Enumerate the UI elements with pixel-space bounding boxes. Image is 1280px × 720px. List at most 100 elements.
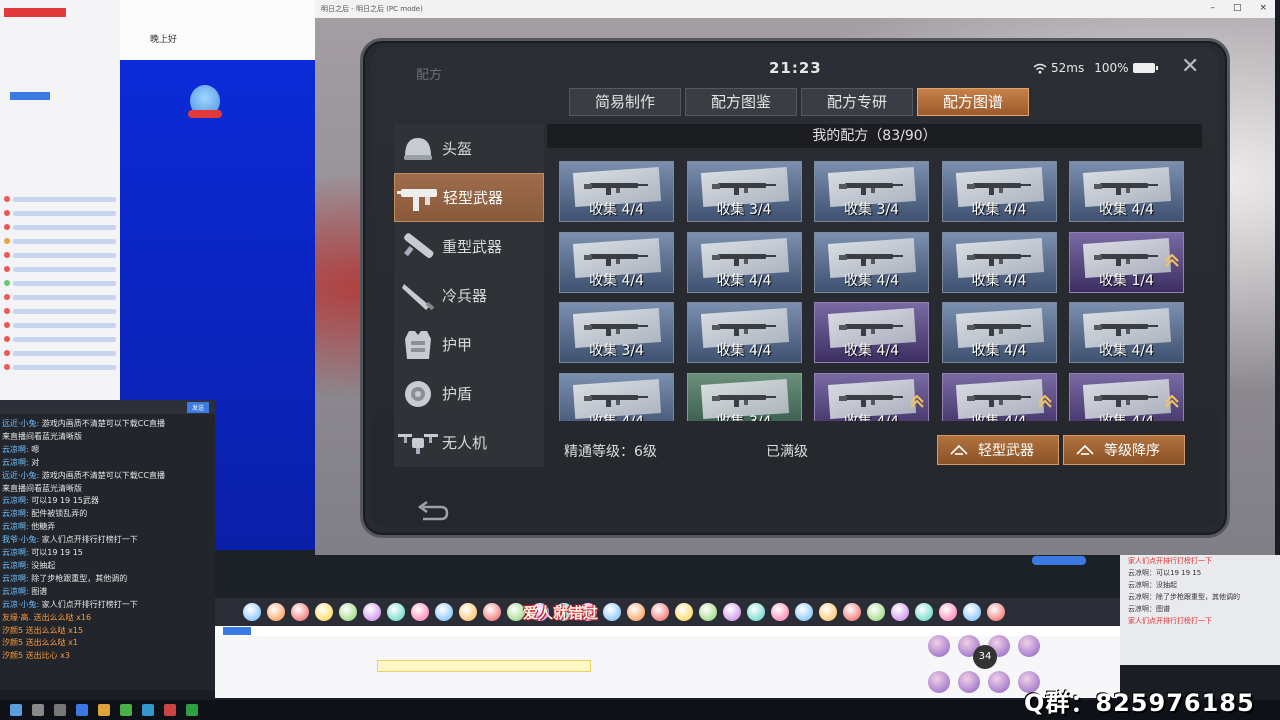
tab-3[interactable]: 配方专研 <box>801 88 913 116</box>
channel-badge[interactable] <box>10 92 50 100</box>
gift-icon[interactable] <box>675 603 693 621</box>
avatar[interactable] <box>988 671 1010 693</box>
recipe-card[interactable]: 收集 4/4 <box>941 302 1057 363</box>
chat-user[interactable]: 云凉啊: <box>2 445 29 454</box>
avatar[interactable] <box>928 635 950 657</box>
recipe-card[interactable]: 收集 4/4 <box>1069 372 1184 421</box>
gift-icon[interactable] <box>891 603 909 621</box>
gift-icon[interactable] <box>723 603 741 621</box>
gift-icon[interactable] <box>267 603 285 621</box>
sidebar-item-5[interactable]: 护甲 <box>394 320 544 369</box>
category-filter-button[interactable]: 轻型武器 <box>937 435 1059 465</box>
chat-user[interactable]: 云凉啊: <box>2 587 29 596</box>
recipe-card[interactable]: 收集 1/4 <box>1069 231 1184 293</box>
chat-user[interactable]: 远近·小兔: <box>2 471 39 480</box>
chat-user[interactable]: 汐颜5 <box>2 626 23 635</box>
windows-icon[interactable] <box>10 704 22 716</box>
wechat-icon[interactable] <box>186 704 198 716</box>
chat-user[interactable]: 云凉啊: <box>2 548 29 557</box>
gift-icon[interactable] <box>243 603 261 621</box>
list-item[interactable] <box>4 206 116 220</box>
list-item[interactable] <box>4 248 116 262</box>
sidebar-item-3[interactable]: 重型武器 <box>394 222 544 271</box>
avatar[interactable] <box>1018 635 1040 657</box>
list-item[interactable] <box>4 262 116 276</box>
app-icon[interactable] <box>164 704 176 716</box>
chat-user[interactable]: 云凉啊: <box>2 574 29 583</box>
chat-user[interactable]: 友缘·高. <box>2 613 31 622</box>
recipe-card[interactable]: 收集 4/4 <box>814 372 929 421</box>
recipe-card[interactable]: 收集 4/4 <box>686 231 802 293</box>
chat-user[interactable]: 汐颜5 <box>2 651 23 660</box>
info-tab[interactable] <box>257 627 285 635</box>
gift-icon[interactable] <box>843 603 861 621</box>
list-item[interactable] <box>4 332 116 346</box>
gift-icon[interactable] <box>819 603 837 621</box>
chat-user[interactable]: 远近·小兔: <box>2 419 39 428</box>
list-item[interactable] <box>4 290 116 304</box>
gift-icon[interactable] <box>459 603 477 621</box>
sidebar-item-6[interactable]: 护盾 <box>394 369 544 418</box>
gift-icon[interactable] <box>291 603 309 621</box>
avatar[interactable] <box>928 671 950 693</box>
sort-button[interactable]: 等级降序 <box>1063 435 1185 465</box>
gift-icon[interactable] <box>771 603 789 621</box>
task-view-icon[interactable] <box>54 704 66 716</box>
maximize-icon[interactable]: □ <box>1233 3 1242 13</box>
back-arrow-icon[interactable] <box>411 499 451 527</box>
recipe-card[interactable]: 收集 4/4 <box>559 231 674 293</box>
sidebar-item-4[interactable]: 冷兵器 <box>394 271 544 320</box>
app-icon[interactable] <box>98 704 110 716</box>
recipe-card[interactable]: 收集 3/4 <box>559 302 674 363</box>
recipe-card[interactable]: 收集 3/4 <box>686 161 802 222</box>
recipe-card[interactable]: 收集 4/4 <box>559 161 674 222</box>
list-item[interactable] <box>4 346 116 360</box>
list-item[interactable] <box>4 360 116 374</box>
app-icon[interactable] <box>76 704 88 716</box>
list-item[interactable] <box>4 304 116 318</box>
app-icon[interactable] <box>142 704 154 716</box>
list-item[interactable] <box>4 220 116 234</box>
recipe-card[interactable]: 收集 3/4 <box>814 161 929 222</box>
gift-icon[interactable] <box>987 603 1005 621</box>
recipe-card[interactable]: 收集 4/4 <box>686 302 802 363</box>
gift-icon[interactable] <box>699 603 717 621</box>
gift-icon[interactable] <box>867 603 885 621</box>
info-tab[interactable] <box>223 627 251 635</box>
recipe-card[interactable]: 收集 4/4 <box>1069 161 1184 222</box>
chat-user[interactable]: 我爷·小兔: <box>2 535 39 544</box>
tab-1[interactable]: 简易制作 <box>569 88 681 116</box>
fan-badge[interactable] <box>188 110 222 118</box>
close-window-icon[interactable]: × <box>1259 3 1267 13</box>
avatar[interactable] <box>958 671 980 693</box>
recipe-card[interactable]: 收集 4/4 <box>941 231 1057 293</box>
recipe-card[interactable]: 收集 4/4 <box>941 372 1057 421</box>
sidebar-item-2[interactable]: 轻型武器 <box>394 173 544 222</box>
gift-icon[interactable] <box>627 603 645 621</box>
recipe-card[interactable]: 收集 3/4 <box>686 372 802 421</box>
gift-icon[interactable] <box>939 603 957 621</box>
app-icon[interactable] <box>120 704 132 716</box>
chat-user[interactable]: 云凉·小兔: <box>2 600 39 609</box>
gift-icon[interactable] <box>795 603 813 621</box>
gift-icon[interactable] <box>915 603 933 621</box>
sidebar-item-7[interactable]: 无人机 <box>394 418 544 467</box>
recipe-card[interactable]: 收集 4/4 <box>941 161 1057 222</box>
tab-2[interactable]: 配方图鉴 <box>685 88 797 116</box>
gift-icon[interactable] <box>363 603 381 621</box>
sidebar-item-1[interactable]: 头盔 <box>394 124 544 173</box>
recipe-card[interactable]: 收集 4/4 <box>814 302 929 363</box>
chat-user[interactable]: 云凉啊: <box>2 458 29 467</box>
list-item[interactable] <box>4 318 116 332</box>
gift-icon[interactable] <box>603 603 621 621</box>
live-badge[interactable] <box>1032 556 1086 565</box>
gift-icon[interactable] <box>963 603 981 621</box>
gift-icon[interactable] <box>435 603 453 621</box>
chat-user[interactable]: 云凉啊: <box>2 561 29 570</box>
gift-icon[interactable] <box>747 603 765 621</box>
gift-icon[interactable] <box>315 603 333 621</box>
chat-user[interactable]: 云凉啊: <box>2 522 29 531</box>
chat-user[interactable]: 云凉啊: <box>2 509 29 518</box>
chat-user[interactable]: 汐颜5 <box>2 638 23 647</box>
tab-4[interactable]: 配方图谱 <box>917 88 1029 116</box>
